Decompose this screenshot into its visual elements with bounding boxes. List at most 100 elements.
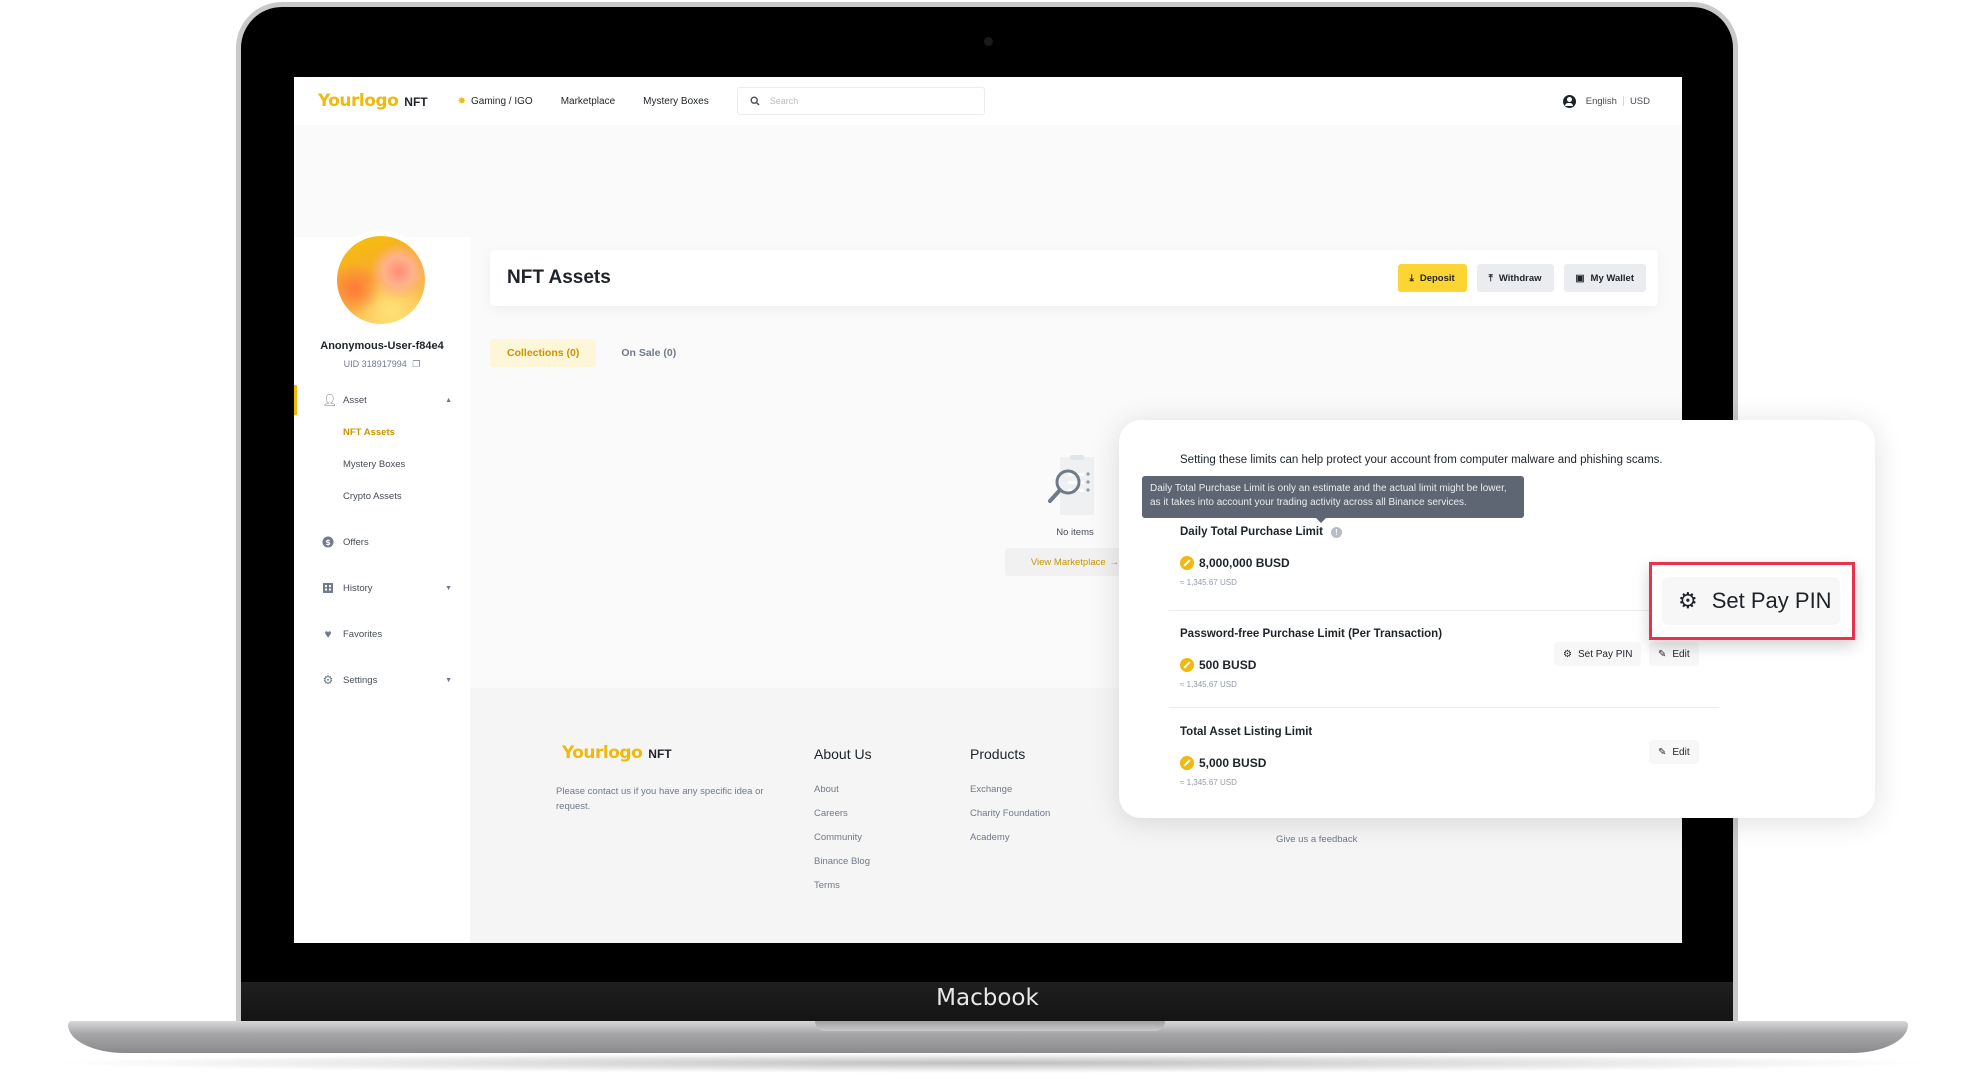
sidebar-item-favorites[interactable]: ♥ Favorites	[294, 619, 470, 649]
dollar-icon: $	[322, 536, 334, 548]
username: Anonymous-User-f84e4	[320, 340, 444, 352]
deposit-button[interactable]: ⤓ Deposit	[1397, 264, 1467, 292]
footer-heading: About Us	[814, 746, 872, 762]
uid-text: UID 318917994	[343, 359, 407, 369]
nav-marketplace[interactable]: Marketplace	[561, 96, 615, 107]
limits-intro: Setting these limits can help protect yo…	[1180, 454, 1663, 466]
page-title: NFT Assets	[507, 267, 611, 288]
tab-collections[interactable]: Collections (0)	[490, 339, 597, 367]
base-notch	[815, 1021, 1165, 1031]
divider	[1622, 96, 1624, 106]
heart-icon: ♥	[324, 627, 332, 641]
limit-title: Daily Total Purchase Limit !	[1180, 526, 1342, 538]
button-label: Set Pay PIN	[1711, 588, 1832, 613]
gear-icon: ⚙	[1678, 588, 1698, 613]
footer-link[interactable]: Exchange	[970, 784, 1050, 795]
limit-value: 8,000,000 BUSD	[1180, 556, 1290, 570]
limit-value-text: 5,000 BUSD	[1199, 756, 1267, 770]
button-label: Edit	[1672, 648, 1690, 660]
my-wallet-button[interactable]: ▣ My Wallet	[1563, 264, 1646, 292]
sidebar-item-offers[interactable]: $ Offers	[294, 527, 470, 557]
edit-button[interactable]: ✎ Edit	[1649, 642, 1699, 666]
profile-avatar[interactable]	[331, 230, 431, 330]
footer-link[interactable]: Charity Foundation	[970, 808, 1050, 819]
logo-text: Yourlogo	[562, 743, 643, 763]
main-nav: ✸ Gaming / IGO Marketplace Mystery Boxes	[458, 96, 709, 107]
topbar-right: English USD	[1562, 94, 1650, 108]
footer-logo[interactable]: Yourlogo NFT	[562, 743, 672, 763]
account-icon[interactable]	[1562, 94, 1576, 108]
edit-icon: ✎	[1658, 648, 1667, 660]
footer-description: Please contact us if you have any specif…	[556, 786, 764, 812]
footer-feedback-link[interactable]: Give us a feedback	[1276, 834, 1357, 845]
busd-coin-icon	[1180, 756, 1194, 770]
camera-dot	[984, 37, 993, 46]
set-pay-pin-button[interactable]: ⚙ Set Pay PIN	[1554, 642, 1642, 666]
logo-suffix: NFT	[648, 747, 672, 761]
language-selector[interactable]: English	[1586, 96, 1617, 107]
limit-value-text: 500 BUSD	[1199, 658, 1257, 672]
top-navbar: Yourlogo NFT ✸ Gaming / IGO Marketplace …	[294, 77, 1682, 125]
footer-link[interactable]: Community	[814, 832, 872, 843]
page-header: NFT Assets ⤓ Deposit ⤒ Withdraw ▣ My Wal…	[490, 250, 1658, 306]
sidebar-sub-crypto-assets[interactable]: Crypto Assets	[343, 491, 402, 502]
currency-selector[interactable]: USD	[1630, 96, 1650, 107]
flame-icon: ✸	[457, 95, 466, 107]
logo[interactable]: Yourlogo NFT	[318, 91, 428, 111]
device-label: Macbook	[936, 985, 1039, 1011]
search-input[interactable]: Search	[736, 87, 985, 115]
footer-link[interactable]: About	[814, 784, 872, 795]
busd-coin-icon	[1180, 556, 1194, 570]
nav-mystery-boxes[interactable]: Mystery Boxes	[643, 96, 709, 107]
divider	[1169, 610, 1719, 611]
info-icon[interactable]: !	[1330, 526, 1342, 538]
withdraw-button[interactable]: ⤒ Withdraw	[1476, 264, 1554, 292]
nav-label: Mystery Boxes	[643, 95, 709, 107]
button-label: Set Pay PIN	[1577, 648, 1633, 660]
edit-button[interactable]: ✎ Edit	[1649, 740, 1699, 764]
sidebar-sub-mystery-boxes[interactable]: Mystery Boxes	[343, 459, 405, 470]
base-shadow	[40, 1053, 1940, 1073]
sidebar-item-history[interactable]: History ▼	[294, 573, 470, 603]
chevron-down-icon: ▼	[445, 584, 452, 592]
sidebar-item-label: Asset	[343, 394, 367, 406]
uid-row: UID 318917994 ❐	[294, 359, 470, 370]
button-label: My Wallet	[1590, 272, 1634, 284]
wallet-icon: ▣	[1575, 272, 1585, 284]
limit-usd: ≈ 1,345.67 USD	[1180, 578, 1237, 587]
footer-link[interactable]: Academy	[970, 832, 1050, 843]
sidebar-item-label: Favorites	[343, 628, 383, 640]
button-label: Edit	[1672, 746, 1690, 758]
edit-icon: ✎	[1658, 746, 1667, 758]
limit-usd: ≈ 1,345.67 USD	[1180, 778, 1237, 787]
footer-link[interactable]: Binance Blog	[814, 856, 872, 867]
chevron-down-icon: ▼	[445, 676, 452, 684]
button-label: Withdraw	[1498, 272, 1542, 284]
limit-value: 500 BUSD	[1180, 658, 1256, 672]
tab-on-sale[interactable]: On Sale (0)	[604, 339, 693, 367]
upload-icon: ⤒	[1488, 272, 1493, 284]
footer-products-column: Products Exchange Charity Foundation Aca…	[970, 746, 1050, 856]
arrow-right-icon: →	[1109, 556, 1120, 568]
button-label: View Marketplace	[1030, 556, 1106, 568]
sidebar: Anonymous-User-f84e4 UID 318917994 ❐ 👤︎ …	[294, 230, 470, 943]
nav-gaming-igo[interactable]: ✸ Gaming / IGO	[458, 96, 533, 107]
limit-title: Total Asset Listing Limit	[1180, 726, 1312, 738]
footer-link[interactable]: Terms	[814, 880, 872, 891]
nav-label: Gaming / IGO	[471, 95, 533, 107]
copy-icon[interactable]: ❐	[412, 359, 420, 369]
set-pay-pin-button-zoomed[interactable]: ⚙ Set Pay PIN	[1662, 577, 1840, 625]
set-pay-pin-callout: ⚙ Set Pay PIN	[1649, 562, 1855, 640]
asset-tabs: Collections (0) On Sale (0)	[490, 339, 693, 367]
footer-link[interactable]: Careers	[814, 808, 872, 819]
sidebar-item-settings[interactable]: ⚙ Settings ▼	[294, 665, 470, 695]
sidebar-item-asset[interactable]: 👤︎ Asset ▲	[294, 385, 470, 415]
limit-usd: ≈ 1,345.67 USD	[1180, 680, 1237, 689]
limit-title: Password-free Purchase Limit (Per Transa…	[1180, 628, 1442, 640]
sidebar-sub-nft-assets[interactable]: NFT Assets	[343, 427, 395, 438]
gear-icon: ⚙	[1563, 648, 1572, 660]
search-icon	[750, 96, 760, 106]
nav-label: Marketplace	[560, 95, 616, 107]
empty-search-illustration	[1040, 455, 1110, 519]
logo-text: Yourlogo	[318, 91, 399, 111]
